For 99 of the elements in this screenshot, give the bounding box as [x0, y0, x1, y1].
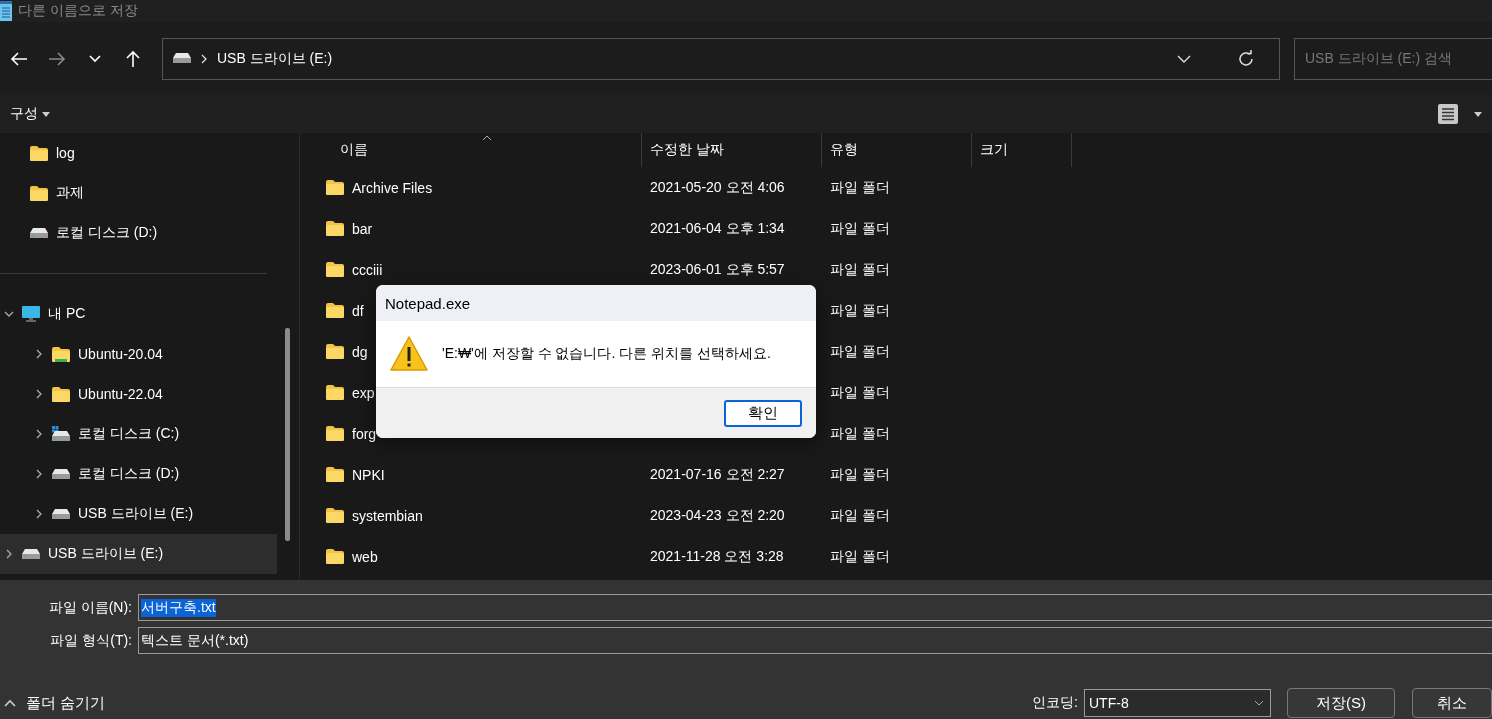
window-title: 다른 이름으로 저장	[18, 2, 138, 20]
dialog-title: Notepad.exe	[385, 294, 471, 312]
sidebar-item[interactable]: USB 드라이브 (E:)	[0, 534, 277, 574]
sidebar-item[interactable]: USB 드라이브 (E:)	[0, 494, 277, 534]
type-cell: 파일 폴더	[830, 465, 890, 484]
date-cell: 2021-06-04 오후 1:34	[650, 219, 785, 238]
sidebar-item[interactable]: 로컬 디스크 (C:)	[0, 414, 277, 454]
type-cell: 파일 폴더	[830, 219, 890, 238]
forward-arrow-icon[interactable]	[48, 50, 66, 67]
up-arrow-icon[interactable]	[125, 49, 141, 68]
file-name[interactable]: df	[352, 302, 364, 319]
encoding-label: 인코딩:	[1032, 694, 1078, 712]
folder-icon	[326, 344, 344, 359]
date-cell: 2021-05-20 오전 4:06	[650, 178, 785, 197]
file-type-select[interactable]: 텍스트 문서(*.txt)	[138, 627, 1492, 654]
sidebar-item[interactable]: 과제	[0, 173, 277, 213]
hide-folders-toggle[interactable]: 폴더 숨기기	[0, 693, 106, 713]
file-name[interactable]: Archive Files	[352, 179, 433, 196]
dropdown-icon[interactable]	[1474, 111, 1482, 117]
organize-menu[interactable]: 구성	[10, 105, 50, 123]
file-name[interactable]: forg	[352, 425, 377, 442]
field-label: 파일 형식(T):	[49, 631, 133, 650]
sidebar-item[interactable]: Ubuntu-22.04	[0, 374, 277, 414]
file-name[interactable]: dg	[352, 343, 368, 360]
sidebar-item[interactable]: 내 PC	[0, 294, 277, 334]
encoding-select[interactable]: UTF-8	[1084, 689, 1271, 717]
file-name[interactable]: NPKI	[352, 466, 385, 483]
drive-icon	[22, 548, 40, 560]
folder-icon	[326, 549, 344, 564]
column-header[interactable]: 수정한 날짜	[642, 133, 822, 167]
date-cell: 2023-06-01 오후 5:57	[650, 260, 785, 279]
type-cell: 파일 폴더	[830, 383, 890, 402]
drive-icon	[30, 227, 48, 239]
folder-icon	[326, 385, 344, 400]
folder-icon	[326, 426, 344, 441]
save-button[interactable]: 저장(S)	[1287, 688, 1395, 718]
folder-icon	[326, 508, 344, 523]
cancel-button[interactable]: 취소	[1412, 688, 1492, 718]
chevron-right-icon	[201, 53, 207, 64]
type-cell: 파일 폴더	[830, 424, 890, 443]
drive-icon	[52, 508, 70, 520]
sidebar-item[interactable]: Ubuntu-20.04	[0, 334, 277, 374]
sidebar-item[interactable]: 로컬 디스크 (D:)	[0, 454, 277, 494]
folder-icon	[326, 262, 344, 277]
chevron-right-icon[interactable]	[34, 509, 44, 519]
sidebar-item[interactable]: 로컬 디스크 (D:)	[0, 213, 277, 253]
folder-icon	[30, 145, 48, 161]
drive-icon	[173, 53, 191, 64]
chevron-right-icon[interactable]	[34, 389, 44, 399]
column-header[interactable]: 이름	[300, 133, 642, 167]
date-cell: 2023-04-23 오전 2:20	[650, 506, 785, 525]
field-label: 파일 이름(N):	[47, 598, 133, 617]
column-header[interactable]: 유형	[822, 133, 972, 167]
chevron-right-icon[interactable]	[34, 469, 44, 479]
dropdown-icon	[42, 111, 50, 117]
folder-icon	[30, 185, 48, 201]
ok-button[interactable]: 확인	[724, 399, 802, 427]
chevron-down-icon[interactable]	[4, 309, 14, 319]
file-name[interactable]: bar	[352, 220, 373, 237]
sort-ascending-icon	[482, 135, 492, 141]
folder-icon	[52, 346, 70, 362]
notepad-icon	[0, 1, 12, 21]
scrollbar[interactable]	[285, 328, 290, 541]
type-cell: 파일 폴더	[830, 342, 890, 361]
folder-icon	[326, 180, 344, 195]
type-cell: 파일 폴더	[830, 506, 890, 525]
file-name[interactable]: ccciii	[352, 261, 383, 278]
file-name[interactable]: exp	[352, 384, 375, 401]
type-cell: 파일 폴더	[830, 178, 890, 197]
back-arrow-icon[interactable]	[10, 50, 28, 67]
date-cell: 2021-07-16 오전 2:27	[650, 465, 785, 484]
computer-icon	[22, 306, 40, 322]
folder-icon	[326, 303, 344, 318]
type-cell: 파일 폴더	[830, 547, 890, 566]
drive-icon	[52, 468, 70, 480]
folder-icon	[52, 386, 70, 402]
type-cell: 파일 폴더	[830, 260, 890, 279]
folder-icon	[326, 221, 344, 236]
chevron-right-icon[interactable]	[34, 349, 44, 359]
column-header[interactable]: 크기	[972, 133, 1072, 167]
file-name[interactable]: systembian	[352, 507, 423, 524]
chevron-down-icon[interactable]	[1177, 54, 1191, 63]
chevron-right-icon[interactable]	[4, 549, 14, 559]
date-cell: 2021-11-28 오전 3:28	[650, 547, 784, 566]
folder-icon	[326, 467, 344, 482]
search-field[interactable]: USB 드라이브 (E:) 검색	[1294, 37, 1492, 80]
file-name-field[interactable]: 서버구축.txt	[138, 594, 1492, 621]
refresh-icon[interactable]	[1237, 49, 1255, 68]
sidebar-item[interactable]: log	[0, 133, 277, 173]
address-bar[interactable]: USB 드라이브 (E:)	[162, 37, 1280, 80]
chevron-down-icon	[1254, 700, 1264, 706]
chevron-right-icon[interactable]	[34, 429, 44, 439]
details-view-icon[interactable]	[1438, 104, 1458, 124]
file-name[interactable]: web	[352, 548, 378, 565]
chevron-up-icon	[4, 699, 16, 707]
type-cell: 파일 폴더	[830, 301, 890, 320]
dialog-message: 'E:₩'에 저장할 수 없습니다. 다른 위치를 선택하세요.	[442, 345, 771, 363]
warning-icon	[390, 336, 428, 372]
system-drive-icon	[52, 426, 70, 442]
